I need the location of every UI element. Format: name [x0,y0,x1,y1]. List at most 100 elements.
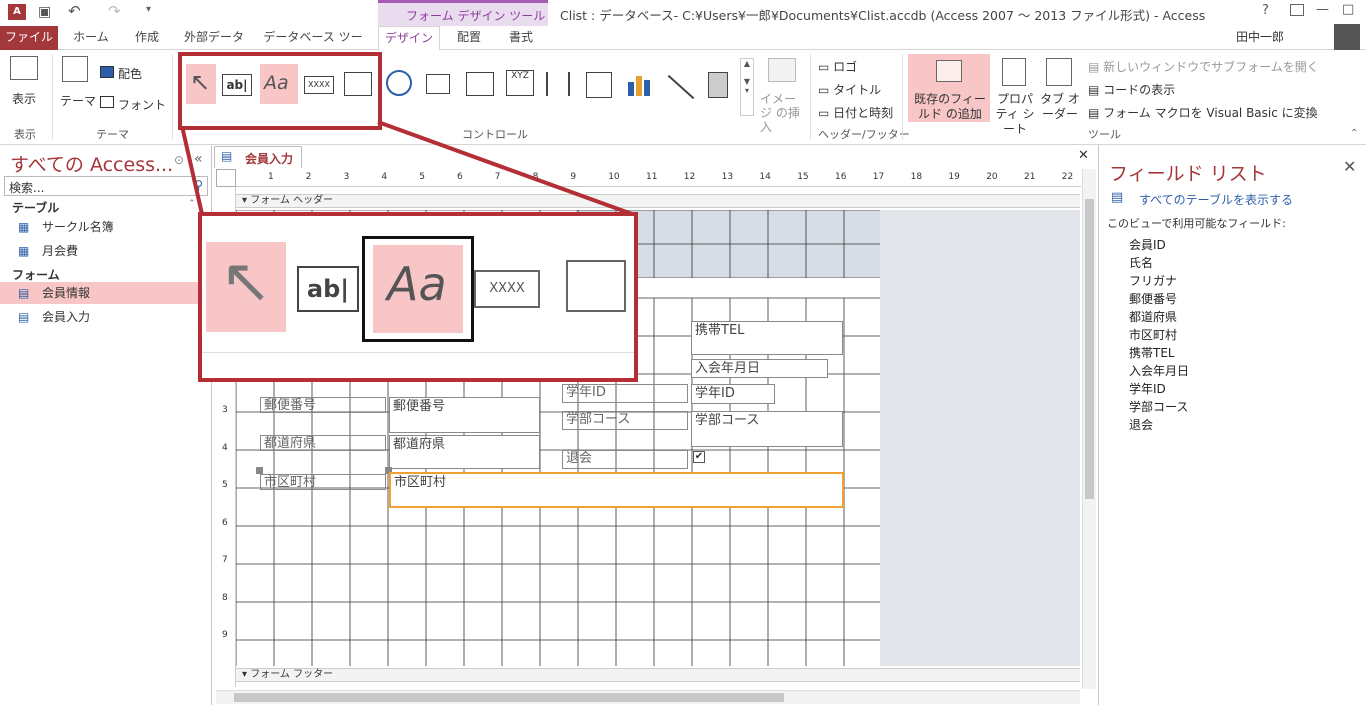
field-item[interactable]: 学年ID [1129,380,1166,397]
title-button[interactable]: ▭ タイトル [818,81,881,98]
field-item[interactable]: 会員ID [1129,236,1166,253]
gallery-scroll[interactable]: ▲ ▼ ▾ [740,58,754,116]
form-header-section[interactable]: ▾ フォーム ヘッダー [236,194,1080,208]
field-item[interactable]: 都道府県 [1129,308,1177,325]
field-item[interactable]: フリガナ [1129,272,1177,289]
tab-order-button[interactable]: タブ オーダー [1040,92,1080,122]
colors-button[interactable]: 配色 [118,65,142,82]
fonts-button[interactable]: フォント [118,96,166,113]
tab-home[interactable]: ホーム [66,26,116,50]
pref-label[interactable]: 都道府県 [260,435,386,451]
scroll-thumb[interactable] [1085,199,1094,499]
close-field-list-button[interactable]: ✕ [1343,157,1356,176]
nav-item-member-info[interactable]: ▤ 会員情報 [0,282,200,304]
tab-arrange[interactable]: 配置 [448,26,490,50]
horizontal-scrollbar[interactable] [216,690,1080,704]
restore-button[interactable]: □ [1342,2,1354,17]
datetime-button[interactable]: ▭ 日付と時刻 [818,104,893,121]
navigation-tool-icon[interactable] [466,72,494,96]
theme-button[interactable]: テーマ [60,92,96,109]
convert-macro-button[interactable]: ▤ フォーム マクロを Visual Basic に変換 [1088,104,1318,121]
nav-item-member-input[interactable]: ▤ 会員入力 [0,306,200,328]
move-handle[interactable] [256,467,263,474]
show-all-tables-link[interactable]: すべてのテーブルを表示する [1139,191,1293,208]
faculty-label[interactable]: 学部コース [562,411,688,430]
combobox-tool-icon[interactable] [586,72,612,98]
zoom-select-arrow-icon: ↖ [220,244,272,317]
add-fields-icon[interactable] [936,60,962,82]
student-id-textbox[interactable]: 学年ID [691,384,775,404]
close-document-button[interactable]: ✕ [1078,148,1089,163]
minimize-button[interactable]: — [1316,2,1329,17]
add-fields-button[interactable]: 既存のフィールド の追加 [910,92,990,122]
scroll-thumb[interactable] [234,693,784,702]
tab-database-tools[interactable]: データベース ツール [258,26,368,66]
form-icon: ▤ [221,149,233,163]
ribbon-display-icon[interactable] [1290,4,1304,16]
image-icon[interactable] [768,58,796,82]
redo-icon[interactable]: ↷ [108,2,121,20]
logo-button[interactable]: ▭ ロゴ [818,58,857,75]
document-tab[interactable]: ▤ 会員入力 [214,146,302,168]
help-button[interactable]: ? [1262,3,1269,18]
option-group-tool-icon[interactable]: XYZ [506,70,534,96]
tab-file[interactable]: ファイル [0,26,58,50]
view-icon[interactable] [10,56,38,80]
property-sheet-button[interactable]: プロパティ シート [992,92,1038,137]
nav-section-tables[interactable]: テーブル [12,199,59,216]
faculty-textbox[interactable]: 学部コース [691,411,843,447]
vertical-scrollbar[interactable] [1082,169,1096,689]
tab-order-icon[interactable] [1046,58,1072,86]
field-item[interactable]: 退会 [1129,416,1153,433]
hyperlink-tool-icon[interactable] [386,70,412,96]
tab-design[interactable]: デザイン [378,26,440,51]
nav-item-label: 会員情報 [42,286,91,300]
customize-qat-icon[interactable]: ▾ [146,4,151,15]
open-subform-button[interactable]: ▤ 新しいウィンドウでサブフォームを開く [1088,58,1319,75]
tab-format[interactable]: 書式 [498,26,544,50]
page-break-tool-icon[interactable] [546,72,570,96]
field-item[interactable]: 氏名 [1129,254,1153,271]
field-item[interactable]: 学部コース [1129,398,1188,415]
student-id-label[interactable]: 学年ID [562,384,688,403]
user-name[interactable]: 田中一郎 [1236,28,1284,45]
join-date-textbox[interactable]: 入会年月日 [691,359,828,378]
zoom-button-icon: XXXX [474,270,540,308]
postal-label[interactable]: 郵便番号 [260,397,386,413]
mobile-tel-textbox[interactable]: 携帯TEL [691,321,843,355]
view-button[interactable]: 表示 [12,90,36,107]
zoom-divider [202,352,634,353]
postal-textbox[interactable]: 郵便番号 [389,397,540,433]
view-code-button[interactable]: ▤ コードの表示 [1088,81,1175,98]
withdraw-label[interactable]: 退会 [562,450,688,469]
toggle-tool-icon[interactable] [708,72,728,98]
tab-create[interactable]: 作成 [124,26,170,50]
tab-external-data[interactable]: 外部データ [178,26,250,50]
line-tool-icon[interactable] [667,74,695,100]
pref-textbox[interactable]: 都道府県 [389,435,540,469]
theme-icon[interactable] [62,56,88,82]
nav-section-forms[interactable]: フォーム [12,266,60,283]
city-textbox-selected[interactable]: 市区町村 [389,472,844,508]
field-item[interactable]: 郵便番号 [1129,290,1177,307]
user-avatar[interactable] [1334,24,1360,50]
nav-item-circle[interactable]: ▦ サークル名簿 [0,216,200,238]
webbrowser-tool-icon[interactable] [426,74,450,94]
image-insert-button[interactable]: イメージ の挿入 [760,92,806,134]
withdraw-checkbox[interactable]: ✔ [693,451,705,463]
chart-tool-icon[interactable] [626,74,652,96]
nav-header[interactable]: すべての Access... [10,150,173,177]
form-footer-section[interactable]: ▾ フォーム フッター [236,668,1080,682]
property-sheet-icon[interactable] [1002,58,1026,86]
save-icon[interactable]: ▣ [38,4,51,20]
field-item[interactable]: 市区町村 [1129,326,1177,343]
city-label[interactable]: 市区町村 [260,474,386,490]
field-item[interactable]: 携帯TEL [1129,344,1175,361]
undo-icon[interactable]: ↶ [68,2,81,20]
form-selector[interactable] [216,169,236,187]
collapse-ribbon-icon[interactable]: ⌃ [1350,128,1358,139]
field-item[interactable]: 入会年月日 [1129,362,1189,379]
tools-group-label: ツール [1088,128,1121,141]
nav-item-fees[interactable]: ▦ 月会費 [0,240,200,262]
nav-search-input[interactable]: 検索... [9,179,44,196]
